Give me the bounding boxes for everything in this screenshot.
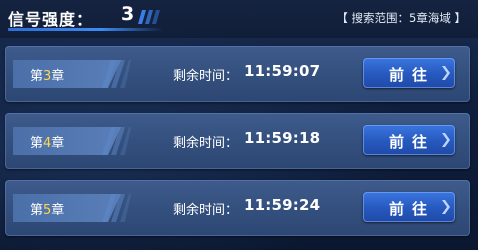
remaining-time-label: 剩余时间： bbox=[173, 69, 239, 84]
remaining-time-label: 剩余时间： bbox=[173, 203, 239, 218]
chevron-right-icon bbox=[442, 66, 450, 80]
chevron-right-icon bbox=[442, 133, 450, 147]
go-button-label: 前往 bbox=[388, 133, 435, 151]
go-button-label: 前往 bbox=[388, 200, 435, 218]
chapter-suffix: 章 bbox=[51, 136, 65, 151]
chapter-prefix: 第 bbox=[30, 203, 44, 218]
signal-strength-value: 3 bbox=[121, 3, 135, 25]
diagonal-stripes-icon bbox=[138, 10, 160, 24]
chevron-right-icon bbox=[442, 200, 450, 214]
chapter-label: 第3章 bbox=[30, 65, 64, 84]
chapter-suffix: 章 bbox=[51, 69, 65, 84]
list-item: 第3章 剩余时间： 11:59:07 前往 bbox=[5, 46, 470, 102]
diagonal-stripes-icon bbox=[102, 60, 131, 88]
remaining-time-value: 11:59:18 bbox=[244, 129, 321, 147]
header-accent-line bbox=[8, 28, 163, 31]
diagonal-stripes-icon bbox=[102, 127, 131, 155]
chapter-prefix: 第 bbox=[30, 69, 44, 84]
search-range-text: 【 搜索范围：5章海域 】 bbox=[336, 11, 466, 25]
remaining-time-value: 11:59:24 bbox=[244, 196, 321, 214]
go-button[interactable]: 前往 bbox=[363, 58, 455, 88]
diagonal-stripes-icon bbox=[102, 194, 131, 222]
remaining-time-label: 剩余时间： bbox=[173, 136, 239, 151]
go-button[interactable]: 前往 bbox=[363, 192, 455, 222]
go-button[interactable]: 前往 bbox=[363, 125, 455, 155]
chapter-suffix: 章 bbox=[51, 203, 65, 218]
list-item: 第4章 剩余时间： 11:59:18 前往 bbox=[5, 113, 470, 169]
remaining-time-value: 11:59:07 bbox=[244, 62, 321, 80]
chapter-prefix: 第 bbox=[30, 136, 44, 151]
signal-strength-label: 信号强度： bbox=[8, 10, 94, 29]
sea-exploration-panel: 信号强度： 3 【 搜索范围：5章海域 】 第3章 剩余时间： 11:59:07… bbox=[0, 0, 478, 250]
chapter-label: 第5章 bbox=[30, 199, 64, 218]
chapter-label: 第4章 bbox=[30, 132, 64, 151]
list-item: 第5章 剩余时间： 11:59:24 前往 bbox=[5, 180, 470, 236]
go-button-label: 前往 bbox=[388, 66, 435, 84]
